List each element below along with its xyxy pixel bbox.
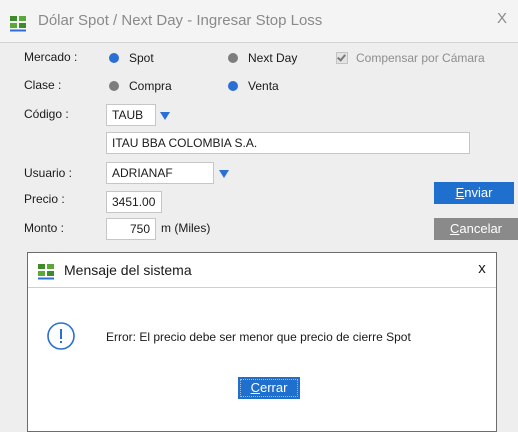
- clase-compra-radio[interactable]: Compra: [109, 78, 172, 94]
- cerrar-label: errar: [259, 380, 288, 395]
- checkbox-checked-icon: [336, 52, 348, 64]
- mercado-next-day-radio[interactable]: Next Day: [228, 50, 297, 66]
- radio-selected-icon: [228, 81, 238, 91]
- system-message-dialog: Mensaje del sistema x Error: El precio d…: [27, 252, 497, 432]
- mercado-spot-radio[interactable]: Spot: [109, 50, 154, 66]
- enviar-label: nviar: [464, 185, 493, 200]
- clase-label: Clase :: [24, 78, 62, 92]
- usuario-dropdown-arrow-icon[interactable]: [219, 170, 229, 178]
- clase-venta-radio[interactable]: Venta: [228, 78, 279, 94]
- precio-label: Precio :: [24, 192, 65, 206]
- clase-compra-label: Compra: [129, 79, 172, 93]
- clase-venta-label: Venta: [248, 79, 279, 93]
- cerrar-mnemonic: C: [250, 380, 260, 395]
- cancelar-button[interactable]: Cancelar: [434, 218, 518, 240]
- codigo-input[interactable]: TAUB: [106, 104, 156, 126]
- monto-unit-label: m (Miles): [161, 221, 211, 235]
- enviar-button[interactable]: Enviar: [434, 182, 514, 204]
- monto-input[interactable]: 750: [106, 218, 156, 240]
- window-title: Dólar Spot / Next Day - Ingresar Stop Lo…: [38, 12, 323, 29]
- compensar-camara-label: Compensar por Cámara: [356, 51, 485, 65]
- precio-input[interactable]: 3451.00: [106, 191, 162, 213]
- mercado-label: Mercado :: [24, 50, 78, 64]
- monto-label: Monto :: [24, 221, 65, 235]
- mercado-spot-label: Spot: [129, 51, 154, 65]
- cancelar-label: ancelar: [459, 221, 503, 236]
- error-message: Error: El precio debe ser menor que prec…: [106, 330, 411, 344]
- radio-selected-icon: [109, 53, 119, 63]
- info-icon: [47, 322, 75, 350]
- usuario-input[interactable]: ADRIANAF: [106, 162, 214, 184]
- compensar-camara-checkbox[interactable]: Compensar por Cámara: [336, 50, 485, 66]
- mercado-next-day-label: Next Day: [248, 51, 298, 65]
- cancelar-mnemonic: C: [449, 221, 460, 236]
- cerrar-button[interactable]: Cerrar: [238, 377, 300, 399]
- window-close-button[interactable]: X: [492, 10, 512, 30]
- window-title-bar: Dólar Spot / Next Day - Ingresar Stop Lo…: [0, 0, 518, 43]
- dialog-close-button[interactable]: x: [474, 260, 490, 277]
- codigo-dropdown-arrow-icon[interactable]: [160, 112, 170, 120]
- codigo-label: Código :: [24, 107, 69, 121]
- enviar-mnemonic: E: [455, 185, 465, 200]
- radio-unselected-icon: [109, 81, 119, 91]
- ses-logo-icon: [10, 16, 26, 32]
- dialog-title: Mensaje del sistema: [64, 262, 192, 278]
- ses-logo-icon: [38, 264, 54, 280]
- radio-unselected-icon: [228, 53, 238, 63]
- dialog-title-bar: Mensaje del sistema x: [28, 253, 496, 288]
- codigo-description-field: ITAU BBA COLOMBIA S.A.: [106, 132, 470, 154]
- usuario-label: Usuario :: [24, 166, 73, 180]
